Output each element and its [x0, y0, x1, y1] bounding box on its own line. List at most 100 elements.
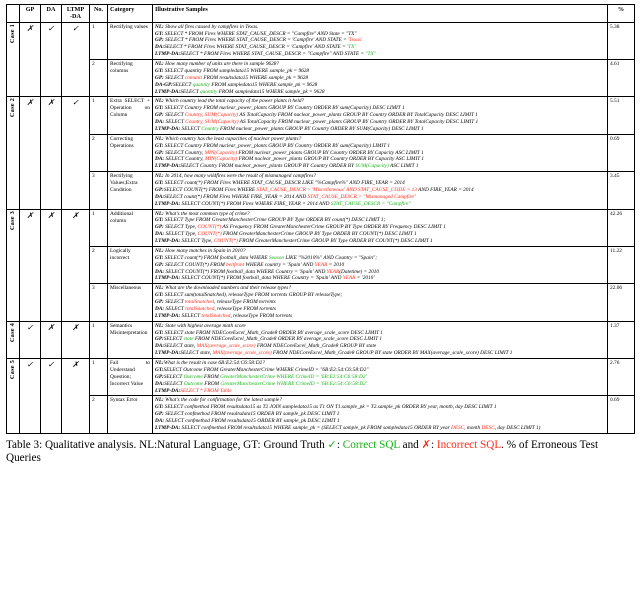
sample-line-label: DA: [155, 156, 165, 163]
row-illustrative-samples: NL: Which country lead the total capacit… [152, 96, 608, 135]
sample-highlight: totalSnatched [201, 312, 231, 319]
sample-highlight: DESC [481, 424, 495, 431]
table-row: 2 Logically incorrect NL: How many matches… [7, 245, 635, 285]
case-label: Case 4 [9, 322, 17, 342]
row-illustrative-samples: NL: Show all fires caused by campfires i… [152, 21, 608, 61]
header-percent: % [607, 4, 635, 23]
sample-line: GP: SELECT confmethod FROM resultsdata15… [155, 411, 340, 418]
row-category: Rectifying columns [107, 58, 153, 98]
header-ltmp-da-line1: LTMP [66, 6, 85, 13]
row-number: 3 [89, 171, 108, 210]
sample-highlight: state [183, 336, 194, 343]
row-number: 1 [89, 320, 108, 360]
sample-highlight: comunit [184, 74, 203, 81]
sample-line: DA: SELECT Country, SUM(Capacity) AS Tot… [155, 119, 479, 125]
sample-line-label: GT: [155, 404, 164, 411]
sample-line: LTMP-DA: SELECT COUNT(*) FROM Fires WHER… [155, 200, 411, 207]
sample-line-label: NL: [155, 397, 164, 404]
sample-line-label: DA: [155, 193, 165, 200]
table-body: Case 1 ✗ ✓ ✓ 1 Rectifying values NL: Show all … [6, 21, 635, 434]
sample-line-label: LTMP-DA: [155, 275, 181, 282]
row-category: Syntax Error [107, 395, 153, 434]
sample-highlight: COUNT(*) [197, 224, 222, 231]
sample-highlight: SELECT * FROM Table [180, 387, 232, 394]
sample-line-label: GP: [155, 336, 164, 343]
row-illustrative-samples: NL:What is the result in case 6B:E2:54:C… [152, 357, 608, 397]
sample-highlight: Outcome [183, 380, 204, 387]
gp-mark: ✓ [19, 320, 41, 360]
da-mark: ✗ [40, 208, 62, 322]
sample-line-label: NL: [155, 285, 164, 292]
row-percent: 5.38 [607, 21, 635, 61]
sample-line: DA: SELECT confmethod FROM resultsdata15… [155, 418, 340, 424]
sample-line-label: GP: [155, 224, 164, 231]
row-number: 2 [89, 58, 108, 98]
row-category: Semantics Misinterpretation [107, 320, 153, 360]
sample-line-label: GP: [155, 37, 164, 44]
sample-line-label: GP: [155, 299, 164, 305]
sample-line-label: NL: [155, 98, 164, 105]
sample-highlight: totalSnatched [185, 305, 215, 312]
sample-highlight: GreaterManchesterCrime WHERE CrimeID = '… [220, 380, 367, 387]
sample-line: LTMP-DA: SELECT totalSnatched, releaseTy… [155, 312, 293, 319]
sample-line: NL: How many matches in Spain in 2010? [155, 247, 246, 254]
sample-line-label: LTMP-DA: [155, 350, 181, 357]
sample-line: GP: SELECT comunit FROM resultsdata15 WH… [155, 74, 309, 81]
sample-line: DA-GP:SELECT quantity FROM sampledata15 … [155, 81, 318, 88]
sample-line-label: LTMP-DA: [155, 163, 181, 170]
caption-correct-label: Correct SQL [342, 438, 400, 451]
gp-mark: ✗ [19, 21, 41, 98]
case-label-cell: Case 4 [6, 320, 20, 360]
sample-line-label: GT: [155, 180, 164, 186]
sample-line: LTMP-DA:SELECT quantity FROM sampledata1… [155, 88, 325, 95]
sample-line-label: NL: [155, 360, 164, 366]
caption-incorrect-label: Incorrect SQL [436, 438, 502, 451]
row-category: Additional column [107, 208, 153, 247]
sample-line: NL:What is the result in case 6B:E2:54:C… [155, 360, 265, 366]
row-category: Rectifying values [107, 21, 153, 61]
sample-line-label: GP: [155, 411, 164, 418]
table-row: 3 Rectifying Values;Extra Condition NL: In… [7, 171, 635, 210]
row-illustrative-samples: NL: What's the most common type of crime… [152, 208, 608, 247]
header-illustrative-samples: Illustrative Samples [152, 4, 608, 23]
table-row: 2 Correcting Operations NL: Which country … [7, 133, 635, 173]
da-mark: ✓ [40, 358, 62, 434]
sample-line-label: GT: [155, 329, 164, 336]
row-number: 2 [89, 133, 108, 173]
sample-line: GT:SELECT Outcome FROM GreaterManchester… [155, 366, 369, 373]
qualitative-analysis-table: GP DA LTMP -DA No. Category Illustrative… [6, 4, 635, 434]
sample-line-label: NL: [155, 322, 164, 329]
sample-line-label: GP: [155, 261, 164, 268]
sample-highlight: YEAR [342, 275, 356, 282]
sample-line: GP: SELECT COUNT(*) FROM beitfront WHERE… [155, 261, 345, 268]
sample-line-label: DA: [155, 418, 165, 424]
caption-and: and [399, 438, 422, 451]
header-case [6, 4, 20, 23]
sample-line-label: DA: [155, 380, 165, 387]
sample-line: NL: Show all fires caused by campfires i… [155, 23, 259, 30]
row-illustrative-samples: NL: Which country has the least capaciti… [152, 133, 608, 173]
sample-line-label: GT: [155, 217, 164, 224]
sample-line: NL: State with highest average math scor… [155, 322, 246, 329]
sample-line: NL: In 2014, how many wildfires were the… [155, 173, 317, 180]
row-number: 2 [89, 245, 108, 285]
table-row: Case 2 ✗ ✗ ✓ 1 Extra SELECT + Operation on Co… [6, 96, 635, 210]
sample-line: NL: How many number of units are there i… [155, 61, 280, 67]
sample-line: DA: SELECT Type, COUNT(*) FROM GreaterMa… [155, 231, 417, 238]
gp-mark: ✗ [19, 96, 41, 210]
sample-line-label: GT: [155, 30, 164, 37]
sample-highlight: 'Texas' [348, 37, 363, 44]
sample-line-label: NL: [155, 23, 164, 30]
gp-mark: ✗ [19, 208, 41, 322]
caption-prefix: Table 3: Qualitative analysis. NL:Natura… [6, 438, 328, 451]
sample-highlight: YEAR [314, 261, 328, 268]
sample-highlight: COUNT(*) [197, 231, 222, 238]
header-ltmp-da-line2: -DA [70, 13, 81, 21]
row-number: 1 [89, 21, 108, 61]
sample-line-label: LTMP-DA: [155, 88, 181, 95]
table-row: Case 1 ✗ ✓ ✓ 1 Rectifying values NL: Show all … [6, 21, 635, 98]
table-row: 3 Miscellaneous NL: What are the downloade… [7, 283, 635, 322]
row-percent: 42.26 [607, 208, 635, 247]
sample-line-label: LTMP-DA: [155, 312, 181, 319]
row-number: 3 [89, 283, 108, 322]
